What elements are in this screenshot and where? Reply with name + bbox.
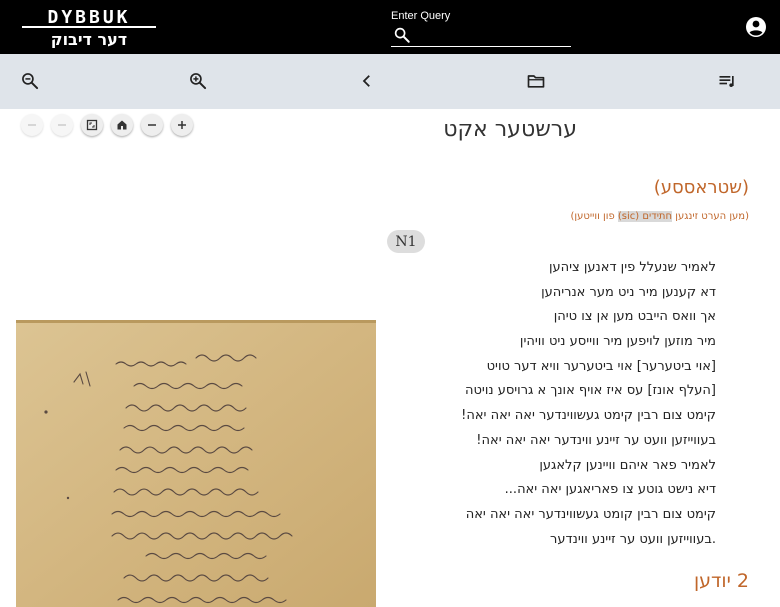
search-input[interactable]: [417, 25, 567, 45]
chevron-left-icon: [362, 75, 370, 87]
stage-direction-end: פון ווייטען): [570, 211, 618, 222]
rotate-left-button[interactable]: [21, 114, 43, 136]
verse-line: לאמיר שנעלל פין דאנען ציהען: [548, 260, 716, 275]
rotate-left-icon: [28, 124, 36, 126]
search-field[interactable]: [391, 24, 571, 47]
previous-page-button[interactable]: [354, 68, 380, 94]
playlist-icon: [719, 76, 734, 87]
dybbuk-logo[interactable]: DYBBUK דער דיבוק: [18, 6, 160, 48]
verse-lines: לאמיר שנעלל פין דאנען ציהען דא קענען מיר…: [356, 256, 716, 552]
verse-line: לאמיר פאר איהם וויינען קלאגען: [539, 457, 716, 473]
viewer-zoom-in-button[interactable]: [171, 114, 193, 136]
verse-line: אך וואס הייבט מען אן צו טיהן: [553, 309, 716, 325]
fullscreen-icon: [86, 119, 98, 131]
folder-button[interactable]: [523, 68, 549, 94]
highlighted-term[interactable]: חתידים (sic): [617, 211, 673, 222]
stage-direction-start: (מען הערט זינגען: [672, 211, 749, 222]
contents-list-button[interactable]: [714, 68, 740, 94]
section-heading: 2 יודען: [693, 570, 749, 592]
zoom-in-button[interactable]: [185, 68, 211, 94]
page-number-badge[interactable]: N1: [387, 230, 425, 253]
rotate-right-icon: [58, 124, 66, 126]
manuscript-image[interactable]: [16, 320, 376, 607]
zoom-out-icon: [22, 73, 39, 90]
top-app-bar: DYBBUK דער דיבוק Enter Query: [0, 0, 780, 54]
verse-line: .בעווייזען וועט ער זיינע ווינדער: [550, 531, 716, 547]
home-button[interactable]: [111, 114, 133, 136]
verse-line: בעווייזען וועט ער זיינע ווינדער יאה יאה …: [476, 432, 716, 448]
rotate-right-button[interactable]: [51, 114, 73, 136]
fullscreen-button[interactable]: [81, 114, 103, 136]
verse-line: קימט צום רבין קומט געשווינדער יאה יאה יא…: [465, 506, 716, 522]
act-title: ערשטער אקט: [443, 117, 577, 142]
speaker-heading: (שטראססע): [653, 177, 749, 198]
folder-icon: [527, 75, 545, 88]
query-label: Enter Query: [391, 10, 451, 22]
verse-line: דא קענען מיר ניט מער אנריהען: [541, 284, 716, 300]
verse-line: [העלף אונז] עס איז אויף אונך א גרויסע נו…: [464, 383, 716, 399]
verse-line: דיא נישט גוטע צו פאריאגען יאה יאה...: [504, 482, 716, 498]
minus-icon: [148, 124, 156, 126]
search-icon[interactable]: [393, 26, 411, 44]
home-icon: [117, 120, 127, 130]
plus-icon: [178, 121, 186, 129]
zoom-out-button[interactable]: [17, 68, 43, 94]
account-circle-icon[interactable]: [744, 15, 768, 39]
svg-text:DYBBUK: DYBBUK: [47, 7, 130, 28]
viewer-zoom-out-button[interactable]: [141, 114, 163, 136]
zoom-in-icon: [190, 73, 207, 90]
verse-line: קימט צום רבין קימט געשווינדער יאה יאה יא…: [461, 408, 716, 424]
verse-line: [אוי ביטערער] אוי ביטערער וויא דער טויט: [486, 358, 716, 374]
document-toolbar: [0, 54, 780, 109]
svg-text:דער דיבוק: דער דיבוק: [51, 30, 127, 48]
verse-line: מיר מוזען לויפען מיר ווייסע ניט וויהין: [519, 334, 716, 350]
stage-direction: (מען הערט זינגען חתידים (sic) פון ווייטע…: [571, 211, 749, 222]
